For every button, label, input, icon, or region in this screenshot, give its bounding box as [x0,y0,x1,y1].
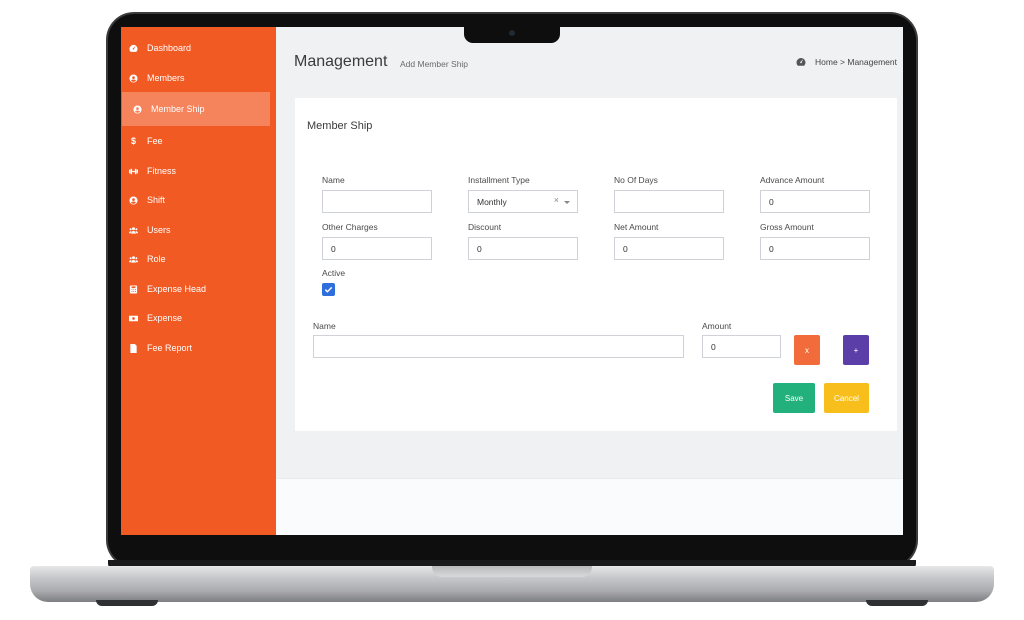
gross-amount-label: Gross Amount [760,222,814,232]
cancel-button[interactable]: Cancel [824,383,869,413]
user-circle-icon [129,73,138,83]
active-label: Active [322,268,346,278]
sidebar-item-label: Fee Report [147,343,193,353]
sidebar-item-expense[interactable]: Expense [121,301,276,335]
net-amount-input[interactable]: 0 [614,237,724,260]
main-content: Management Add Member Ship Home > Manage… [276,27,903,535]
users-icon [129,226,138,235]
line-name-input[interactable] [313,335,684,358]
laptop-base-notch [432,566,592,577]
other-charges-label: Other Charges [322,222,378,232]
gross-amount-input[interactable]: 0 [760,237,870,260]
camera-notch [464,26,560,43]
sidebar-item-dashboard[interactable]: Dashboard [121,31,276,65]
other-charges-input[interactable]: 0 [322,237,432,260]
breadcrumb-text[interactable]: Home > Management [815,57,897,67]
sidebar-item-label: Role [147,254,166,264]
no-of-days-input[interactable] [614,190,724,213]
advance-amount-label: Advance Amount [760,175,825,185]
page-subtitle: Add Member Ship [400,59,469,69]
discount-label: Discount [468,222,502,232]
sidebar-item-label: Shift [147,195,166,205]
sidebar: Dashboard Members Member Ship $ Fee Fitn… [121,27,276,535]
calculator-icon [129,284,138,294]
dumbbell-icon [129,167,138,176]
sidebar-item-label: Members [147,73,185,83]
line-amount-label: Amount [702,321,732,331]
installment-type-value: Monthly [477,196,507,207]
dashboard-icon [129,44,138,53]
sidebar-item-members[interactable]: Members [121,61,276,95]
sidebar-item-shift[interactable]: Shift [121,183,276,217]
page-footer [276,478,903,535]
chevron-down-icon[interactable] [564,201,570,204]
active-checkbox[interactable] [322,283,335,296]
money-bill-icon [129,314,138,323]
users-icon [129,255,138,264]
sidebar-item-fee[interactable]: $ Fee [121,124,276,158]
discount-input[interactable]: 0 [468,237,578,260]
breadcrumb: Home > Management [796,57,897,67]
line-amount-input[interactable]: 0 [702,335,781,358]
sidebar-item-label: Fee [147,136,163,146]
name-input[interactable] [322,190,432,213]
sidebar-item-label: Fitness [147,166,177,176]
laptop-foot-right [866,600,928,606]
no-of-days-label: No Of Days [614,175,658,185]
laptop-foot-left [96,600,158,606]
checkmark-icon [324,286,333,293]
net-amount-label: Net Amount [614,222,659,232]
sidebar-item-label: Member Ship [151,104,205,114]
name-label: Name [322,175,345,185]
sidebar-item-label: Expense [147,313,183,323]
member-ship-form-card: Member Ship Name Installment Type Monthl… [295,98,897,431]
file-icon [129,343,138,353]
sidebar-item-label: Users [147,225,171,235]
form-title: Member Ship [307,120,373,132]
user-circle-icon [129,195,138,205]
line-name-label: Name [313,321,336,331]
advance-amount-input[interactable]: 0 [760,190,870,213]
sidebar-item-label: Dashboard [147,43,192,53]
dollar-icon: $ [130,136,136,146]
sidebar-item-fee-report[interactable]: Fee Report [121,331,276,365]
clear-icon[interactable]: × [554,195,559,205]
sidebar-item-label: Expense Head [147,284,207,294]
remove-row-button[interactable]: x [794,335,820,365]
add-row-button[interactable]: + [843,335,869,365]
sidebar-item-role[interactable]: Role [121,242,276,276]
sidebar-item-member-ship[interactable]: Member Ship [122,92,270,126]
installment-type-select[interactable]: Monthly × [468,190,578,213]
camera-icon [509,30,515,36]
save-button[interactable]: Save [773,383,815,413]
dashboard-icon [796,58,806,66]
installment-type-label: Installment Type [468,175,530,185]
page-title: Management [294,53,388,70]
app-screen: Dashboard Members Member Ship $ Fee Fitn… [121,27,903,535]
user-circle-icon [133,104,142,114]
